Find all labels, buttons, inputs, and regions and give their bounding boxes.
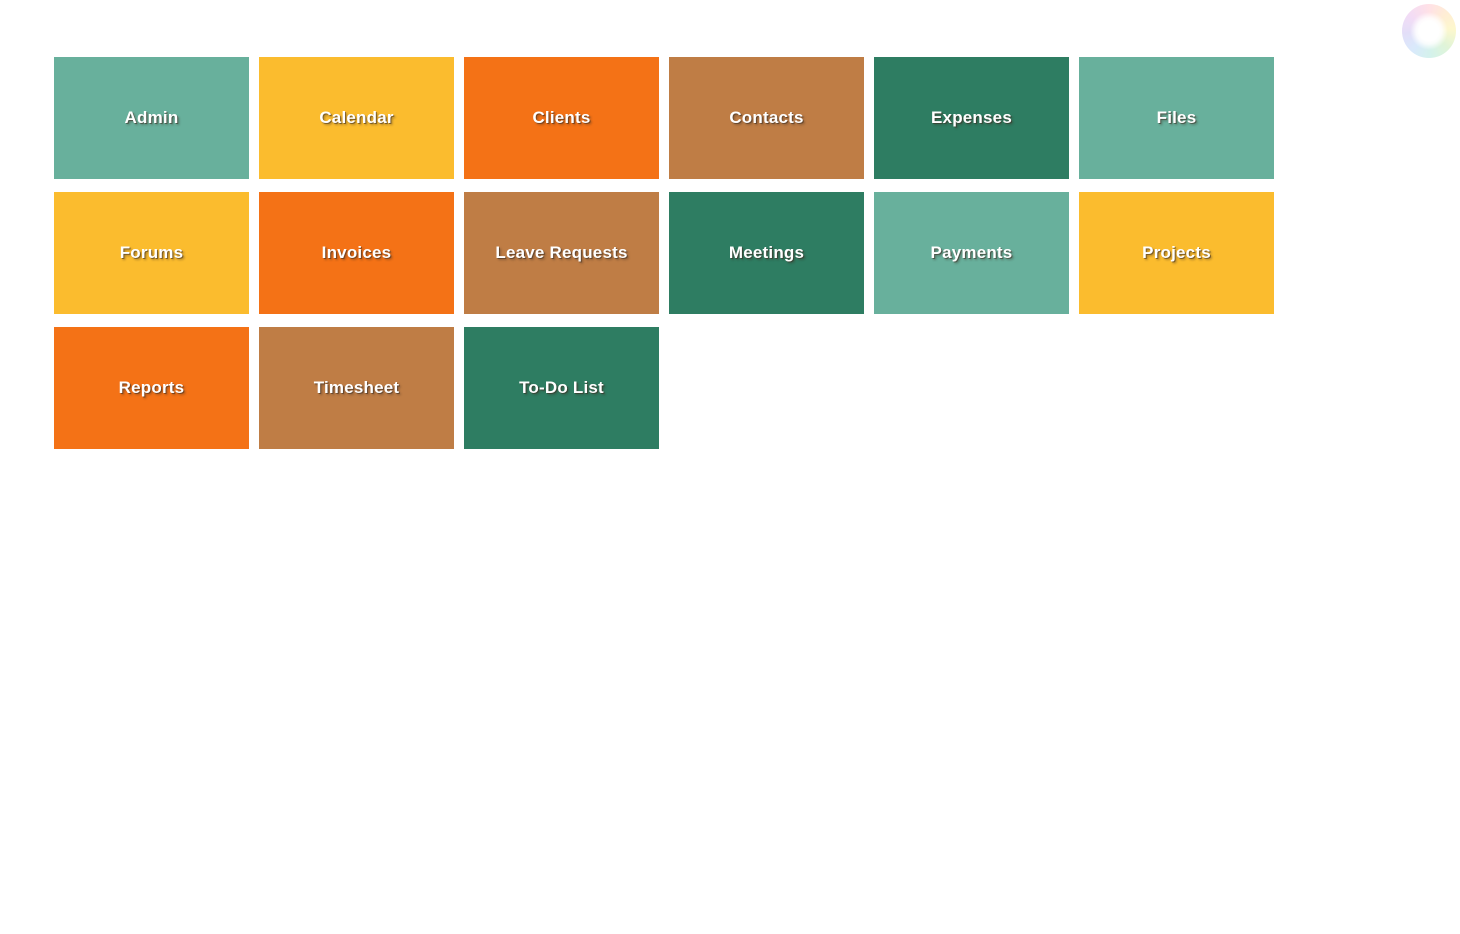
module-tile-label: Contacts bbox=[729, 107, 804, 127]
module-tile-label: Reports bbox=[118, 377, 185, 397]
module-tile-label: Calendar bbox=[319, 107, 394, 127]
module-tile[interactable]: Calendar bbox=[259, 57, 454, 179]
module-tile[interactable]: Contacts bbox=[669, 57, 864, 179]
module-tile-label: Meetings bbox=[728, 242, 805, 262]
module-tile-label: Forums bbox=[119, 242, 184, 262]
module-tile-label: Expenses bbox=[931, 107, 1012, 127]
module-tile[interactable]: Clients bbox=[464, 57, 659, 179]
module-tile-label: To-Do List bbox=[519, 377, 604, 397]
module-tile[interactable]: Payments bbox=[874, 192, 1069, 314]
module-tile-label: Timesheet bbox=[313, 377, 400, 397]
module-tile-label: Clients bbox=[532, 107, 591, 127]
module-tile-label: Files bbox=[1156, 107, 1197, 127]
module-tile[interactable]: Projects bbox=[1079, 192, 1274, 314]
module-tile-label: Invoices bbox=[321, 242, 392, 262]
module-tile-label: Projects bbox=[1142, 242, 1211, 262]
module-tile-label: Admin bbox=[124, 107, 179, 127]
module-tile[interactable]: Meetings bbox=[669, 192, 864, 314]
module-tile[interactable]: Timesheet bbox=[259, 327, 454, 449]
module-tile-label: Payments bbox=[930, 242, 1013, 262]
module-tile[interactable]: To-Do List bbox=[464, 327, 659, 449]
module-tile-label: Leave Requests bbox=[495, 242, 628, 262]
color-wheel-icon[interactable] bbox=[1402, 4, 1456, 58]
module-tile[interactable]: Admin bbox=[54, 57, 249, 179]
module-tile-grid: Admin Calendar Clients Contacts Expenses File… bbox=[54, 57, 1286, 449]
module-tile[interactable]: Forums bbox=[54, 192, 249, 314]
module-tile[interactable]: Expenses bbox=[874, 57, 1069, 179]
module-tile[interactable]: Files bbox=[1079, 57, 1274, 179]
module-tile[interactable]: Reports bbox=[54, 327, 249, 449]
module-tile[interactable]: Leave Requests bbox=[464, 192, 659, 314]
module-tile[interactable]: Invoices bbox=[259, 192, 454, 314]
